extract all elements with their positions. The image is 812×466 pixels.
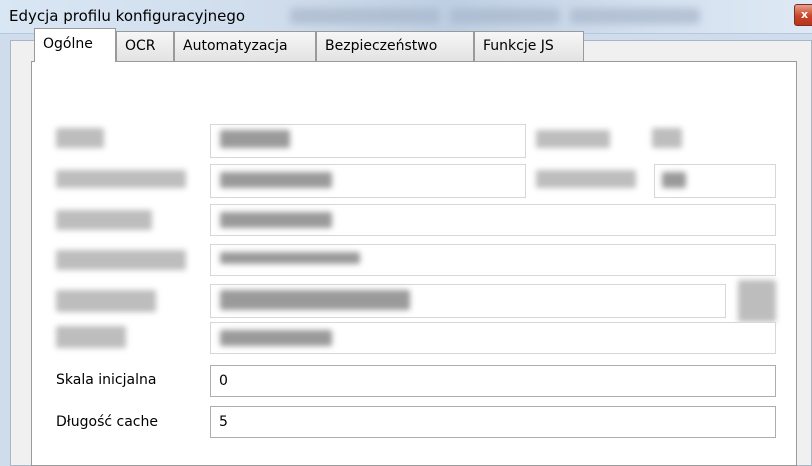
- blurred-field-label: [56, 210, 152, 230]
- window-title: Edycja profilu konfiguracyjnego: [9, 7, 246, 25]
- blurred-browse-button[interactable]: [738, 280, 776, 322]
- blurred-field-value: [220, 212, 332, 228]
- blurred-field-label: [56, 326, 126, 348]
- blurred-field-value: [220, 130, 290, 148]
- cache-length-label: Długość cache: [56, 414, 158, 430]
- tab-security[interactable]: Bezpieczeństwo: [316, 31, 474, 61]
- blurred-field-value: [662, 172, 686, 188]
- window-title-bar[interactable]: Edycja profilu konfiguracyjnego x: [0, 0, 812, 34]
- blurred-title-suffix: [570, 8, 700, 24]
- blurred-field-value: [220, 252, 360, 264]
- tab-ocr[interactable]: OCR: [116, 31, 174, 61]
- blurred-title-suffix: [450, 8, 560, 24]
- blurred-field-label: [652, 128, 682, 148]
- blurred-field-label: [56, 250, 186, 270]
- blurred-field-value: [220, 290, 410, 310]
- tab-js-functions[interactable]: Funkcje JS: [474, 31, 584, 61]
- blurred-field-label: [56, 128, 104, 148]
- tab-automation[interactable]: Automatyzacja: [174, 31, 316, 61]
- tab-general[interactable]: Ogólne: [34, 28, 116, 62]
- blurred-field-label: [56, 290, 156, 312]
- close-icon: x: [801, 8, 809, 21]
- initial-scale-label: Skala inicjalna: [56, 372, 157, 388]
- blurred-field-label: [536, 130, 610, 148]
- blurred-field-value: [220, 330, 332, 346]
- cache-length-input[interactable]: 5: [210, 406, 776, 438]
- initial-scale-input[interactable]: 0: [210, 365, 776, 397]
- tab-panel-general: Skala inicjalna 0 Długość cache 5: [31, 61, 797, 466]
- close-button[interactable]: x: [794, 4, 812, 26]
- blurred-field-label: [56, 170, 186, 188]
- blurred-title-suffix: [290, 8, 440, 24]
- blurred-field-value: [220, 172, 332, 188]
- blurred-field-label: [536, 170, 636, 188]
